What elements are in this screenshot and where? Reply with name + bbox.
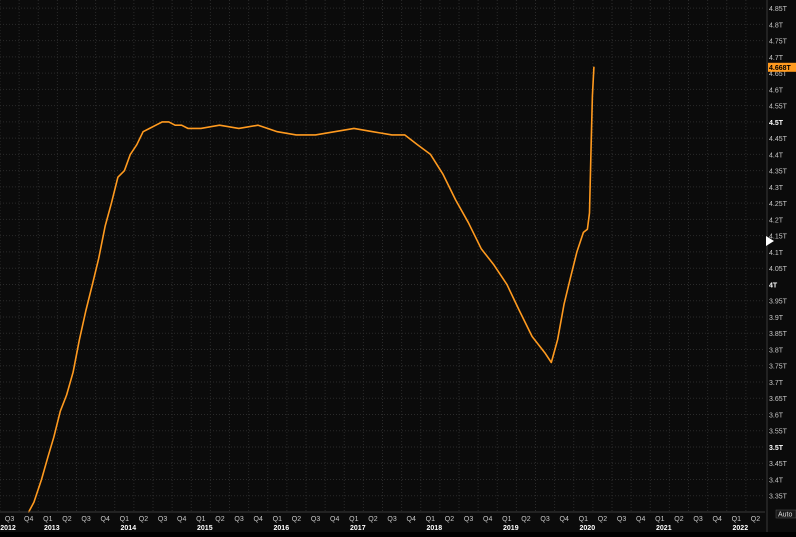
y-tick-label: 3.65T	[769, 396, 788, 403]
y-tick-label: 4.8T	[769, 22, 784, 29]
x-tick-label: Q2	[674, 516, 683, 523]
x-tick-label: Q4	[101, 516, 110, 523]
x-tick-label: Q4	[713, 516, 722, 523]
y-tick-label: 4.3T	[769, 185, 784, 192]
x-year-label: 2013	[44, 525, 60, 532]
y-tick-label: 4.1T	[769, 250, 784, 257]
x-tick-label: Q1	[579, 516, 588, 523]
y-tick-label: 4.35T	[769, 169, 788, 176]
x-tick-label: Q2	[215, 516, 224, 523]
autoscale-label: Auto	[778, 512, 793, 519]
x-year-label: 2019	[503, 525, 519, 532]
x-tick-label: Q4	[407, 516, 416, 523]
x-tick-label: Q2	[598, 516, 607, 523]
y-tick-label: 3.7T	[769, 380, 784, 387]
x-year-label: 2015	[197, 525, 213, 532]
x-tick-label: Q4	[636, 516, 645, 523]
x-year-label: 2021	[656, 525, 672, 532]
x-tick-label: Q1	[120, 516, 129, 523]
y-tick-label: 4.45T	[769, 136, 788, 143]
x-tick-label: Q2	[521, 516, 530, 523]
x-tick-label: Q1	[196, 516, 205, 523]
y-tick-label: 3.85T	[769, 331, 788, 338]
x-tick-label: Q1	[273, 516, 282, 523]
chart-background	[0, 0, 796, 532]
last-value-label: 4.668T	[769, 65, 792, 72]
x-year-label: 2022	[733, 525, 749, 532]
x-tick-label: Q2	[751, 516, 760, 523]
y-tick-label: 4.05T	[769, 266, 788, 273]
x-year-label: 2018	[427, 525, 443, 532]
x-tick-label: Q1	[732, 516, 741, 523]
x-tick-label: Q1	[349, 516, 358, 523]
x-tick-label: Q3	[158, 516, 167, 523]
y-tick-label: 3.9T	[769, 315, 784, 322]
x-tick-label: Q2	[445, 516, 454, 523]
y-tick-label: 4T	[769, 282, 778, 289]
x-year-label: 2012	[0, 525, 16, 532]
y-tick-label: 3.35T	[769, 494, 788, 501]
y-tick-label: 4.55T	[769, 104, 788, 111]
y-tick-label: 4.85T	[769, 6, 788, 13]
y-tick-label: 3.75T	[769, 364, 788, 371]
x-tick-label: Q1	[655, 516, 664, 523]
y-tick-label: 4.4T	[769, 152, 784, 159]
chart-area: 4.85T 4.8T 4.75T 4.7T 4.65T 4.6T 4.55T 4.5T 4.45…	[0, 0, 796, 532]
x-tick-label: Q2	[139, 516, 148, 523]
x-tick-label: Q3	[617, 516, 626, 523]
y-tick-label: 3.95T	[769, 299, 788, 306]
x-tick-label: Q4	[330, 516, 339, 523]
x-tick-label: Q3	[234, 516, 243, 523]
x-tick-label: Q4	[254, 516, 263, 523]
y-tick-label: 4.65T	[769, 71, 788, 78]
x-tick-label: Q4	[177, 516, 186, 523]
y-tick-label: 3.55T	[769, 429, 788, 436]
x-tick-label: Q3	[693, 516, 702, 523]
y-tick-label: 3.4T	[769, 477, 784, 484]
x-year-label: 2016	[274, 525, 290, 532]
x-tick-label: Q4	[24, 516, 33, 523]
x-tick-label: Q2	[368, 516, 377, 523]
x-tick-label: Q4	[560, 516, 569, 523]
y-tick-label: 4.5T	[769, 120, 784, 127]
y-tick-label: 4.25T	[769, 201, 788, 208]
x-tick-label: Q3	[387, 516, 396, 523]
x-tick-label: Q4	[483, 516, 492, 523]
y-tick-label: 3.8T	[769, 347, 784, 354]
x-tick-label: Q1	[502, 516, 511, 523]
x-tick-label: Q3	[311, 516, 320, 523]
x-year-label: 2014	[121, 525, 137, 532]
x-tick-label: Q1	[43, 516, 52, 523]
x-tick-label: Q3	[5, 516, 14, 523]
line-chart: 4.85T 4.8T 4.75T 4.7T 4.65T 4.6T 4.55T 4.5T 4.45…	[0, 0, 796, 532]
x-tick-label: Q1	[426, 516, 435, 523]
x-tick-label: Q3	[540, 516, 549, 523]
y-tick-label: 3.6T	[769, 412, 784, 419]
x-year-label: 2020	[580, 525, 596, 532]
x-tick-label: Q3	[464, 516, 473, 523]
y-tick-label: 4.6T	[769, 87, 784, 94]
y-tick-label: 3.5T	[769, 445, 784, 452]
x-tick-label: Q2	[62, 516, 71, 523]
x-tick-label: Q2	[292, 516, 301, 523]
x-tick-label: Q3	[81, 516, 90, 523]
y-tick-label: 4.7T	[769, 55, 784, 62]
y-tick-label: 3.45T	[769, 461, 788, 468]
y-tick-label: 4.2T	[769, 217, 784, 224]
y-tick-label: 4.75T	[769, 39, 788, 46]
x-year-label: 2017	[350, 525, 366, 532]
